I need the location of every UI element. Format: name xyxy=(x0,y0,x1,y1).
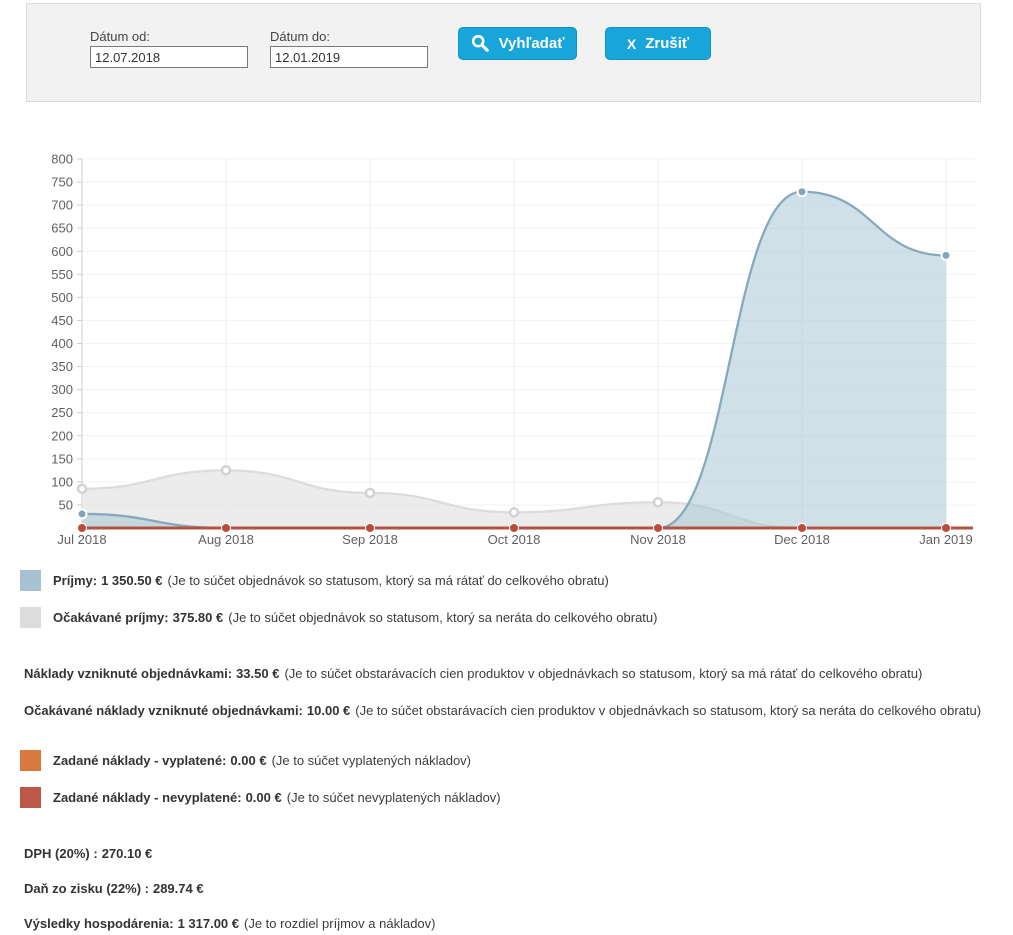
legend-item-ocakavane-naklady: Očakávané náklady vzniknuté objednávkami… xyxy=(24,700,981,721)
date-from-input[interactable] xyxy=(90,46,248,68)
svg-text:400: 400 xyxy=(51,336,73,351)
legend-item-prijmy: Príjmy: 1 350.50 € (Je to súčet objednáv… xyxy=(20,570,609,591)
summary-dan-zo-zisku: Daň zo zisku (22%) : 289.74 € xyxy=(24,878,204,899)
legend-desc: (Je to súčet nevyplatených nákladov) xyxy=(287,787,501,808)
svg-text:Jan 2019: Jan 2019 xyxy=(919,532,973,547)
svg-text:200: 200 xyxy=(51,428,73,443)
svg-text:150: 150 xyxy=(51,451,73,466)
legend-item-naklady-nevyplatene: Zadané náklady - nevyplatené: 0.00 € (Je… xyxy=(20,787,501,808)
search-icon xyxy=(471,34,490,53)
svg-text:Nov 2018: Nov 2018 xyxy=(630,532,686,547)
naklady-nevyplatene-swatch xyxy=(20,787,41,808)
date-to-input[interactable] xyxy=(270,46,428,68)
legend-item-naklady: Náklady vzniknuté objednávkami: 33.50 € … xyxy=(24,663,922,684)
svg-text:Aug 2018: Aug 2018 xyxy=(198,532,254,547)
svg-text:500: 500 xyxy=(51,290,73,305)
legend-label: Zadané náklady - nevyplatené: xyxy=(53,787,242,808)
legend-desc: (Je to súčet obstarávacích cien produkto… xyxy=(284,663,922,684)
revenue-area-chart: 50 100 150 200 250 300 350 400 450 500 550 600 650 70… xyxy=(0,140,1013,560)
prijmy-swatch xyxy=(20,570,41,591)
naklady-vyplatene-swatch xyxy=(20,750,41,771)
summary-value: 289.74 € xyxy=(153,878,204,899)
svg-text:550: 550 xyxy=(51,267,73,282)
svg-text:800: 800 xyxy=(51,152,73,167)
summary-label: Výsledky hospodárenia: xyxy=(24,913,174,934)
svg-text:Oct 2018: Oct 2018 xyxy=(488,532,541,547)
svg-text:100: 100 xyxy=(51,474,73,489)
summary-dph: DPH (20%) : 270.10 € xyxy=(24,843,152,864)
cancel-button-label: Zrušiť xyxy=(645,35,689,52)
legend-value: 10.00 € xyxy=(307,700,350,721)
legend-item-naklady-vyplatene: Zadané náklady - vyplatené: 0.00 € (Je t… xyxy=(20,750,471,771)
svg-text:Sep 2018: Sep 2018 xyxy=(342,532,398,547)
legend-value: 375.80 € xyxy=(173,607,224,628)
legend-value: 1 350.50 € xyxy=(101,570,162,591)
summary-value: 1 317.00 € xyxy=(178,913,239,934)
svg-text:300: 300 xyxy=(51,382,73,397)
legend-desc: (Je to súčet objednávok so statusom, kto… xyxy=(228,607,657,628)
close-icon: X xyxy=(627,37,636,51)
legend-desc: (Je to súčet obstarávacích cien produkto… xyxy=(355,700,981,721)
svg-text:350: 350 xyxy=(51,359,73,374)
legend-label: Očakávané náklady vzniknuté objednávkami… xyxy=(24,700,303,721)
svg-text:600: 600 xyxy=(51,244,73,259)
summary-value: 270.10 € xyxy=(102,843,153,864)
svg-text:450: 450 xyxy=(51,313,73,328)
search-button[interactable]: Vyhľadať xyxy=(458,27,577,60)
legend-label: Očakávané príjmy: xyxy=(53,607,169,628)
svg-text:250: 250 xyxy=(51,405,73,420)
legend-label: Náklady vzniknuté objednávkami: xyxy=(24,663,232,684)
legend-value: 33.50 € xyxy=(236,663,279,684)
legend-value: 0.00 € xyxy=(246,787,282,808)
summary-vysledky: Výsledky hospodárenia: 1 317.00 € (Je to… xyxy=(24,913,436,934)
ocakavane-prijmy-swatch xyxy=(20,607,41,628)
svg-text:50: 50 xyxy=(59,497,73,512)
date-to-field: Dátum do: xyxy=(270,29,428,68)
legend-label: Zadané náklady - vyplatené: xyxy=(53,750,226,771)
svg-text:650: 650 xyxy=(51,221,73,236)
summary-label: Daň zo zisku (22%) : xyxy=(24,878,149,899)
date-to-label: Dátum do: xyxy=(270,29,428,44)
summary-label: DPH (20%) : xyxy=(24,843,98,864)
date-from-field: Dátum od: xyxy=(90,29,248,68)
legend-label: Príjmy: xyxy=(53,570,97,591)
svg-text:Dec 2018: Dec 2018 xyxy=(774,532,830,547)
cancel-button[interactable]: X Zrušiť xyxy=(605,27,711,60)
svg-text:Jul 2018: Jul 2018 xyxy=(57,532,106,547)
legend-item-ocakavane-prijmy: Očakávané príjmy: 375.80 € (Je to súčet … xyxy=(20,607,657,628)
legend-value: 0.00 € xyxy=(230,750,266,771)
search-button-label: Vyhľadať xyxy=(499,35,565,52)
legend-desc: (Je to súčet objednávok so statusom, kto… xyxy=(168,570,609,591)
svg-text:700: 700 xyxy=(51,198,73,213)
date-from-label: Dátum od: xyxy=(90,29,248,44)
legend-desc: (Je to súčet vyplatených nákladov) xyxy=(272,750,471,771)
svg-text:750: 750 xyxy=(51,175,73,190)
summary-desc: (Je to rozdiel príjmov a nákladov) xyxy=(244,913,435,934)
